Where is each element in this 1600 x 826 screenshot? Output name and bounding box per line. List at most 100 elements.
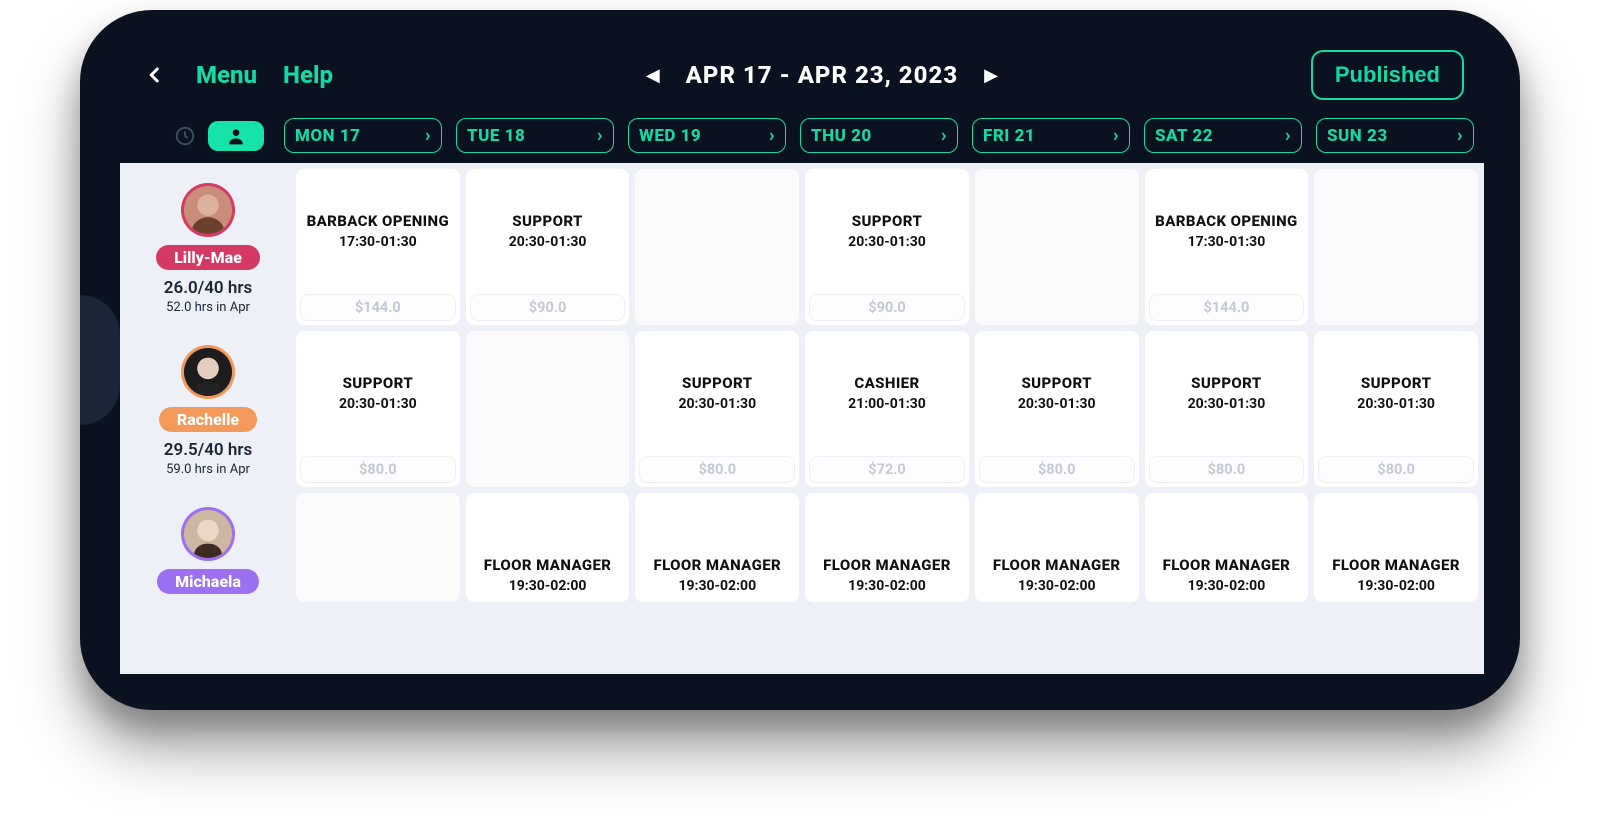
shift-time: 20:30-01:30 [1018,396,1096,412]
shift-cell[interactable]: SUPPORT20:30-01:30$90.0 [805,169,969,325]
chevron-right-icon: › [425,125,431,146]
shift-time: 19:30-02:00 [1188,578,1266,594]
day-label: WED 19 [639,126,701,146]
shift-cell[interactable]: BARBACK OPENING17:30-01:30$144.0 [296,169,460,325]
shift-cell[interactable]: FLOOR MANAGER 19:30-02:00 [975,493,1139,602]
shift-role: BARBACK OPENING [1155,213,1298,230]
day-label: FRI 21 [983,126,1035,146]
shift-cost: $80.0 [979,456,1135,483]
shift-role: SUPPORT [852,213,923,230]
clock-icon[interactable] [174,125,196,147]
avatar[interactable] [181,507,235,561]
shift-time: 20:30-01:30 [678,396,756,412]
shift-role: SUPPORT [512,213,583,230]
employee-name-pill[interactable]: Lilly-Mae [156,245,260,270]
employee-cell: Lilly-Mae 26.0/40 hrs 52.0 hrs in Apr [126,169,290,325]
shift-cell-empty[interactable] [1314,169,1478,325]
published-button[interactable]: Published [1311,50,1464,100]
employee-name: Michaela [175,572,241,591]
shift-time: 20:30-01:30 [509,234,587,250]
avatar[interactable] [181,345,235,399]
chevron-right-icon: › [1113,125,1119,146]
avatar[interactable] [181,183,235,237]
shift-cell[interactable]: SUPPORT20:30-01:30$90.0 [466,169,630,325]
shift-cell-empty[interactable] [975,169,1139,325]
person-view-toggle[interactable] [208,121,264,151]
day-tab-tue[interactable]: TUE 18› [456,118,614,153]
shift-cost: $80.0 [300,456,456,483]
shift-cell-empty[interactable] [635,169,799,325]
shift-cell[interactable]: FLOOR MANAGER 19:30-02:00 [805,493,969,602]
employee-name: Rachelle [177,410,239,429]
prev-week-button[interactable]: ◀ [640,59,666,92]
shift-role: FLOOR MANAGER [653,557,781,574]
day-tab-fri[interactable]: FRI 21 › [972,118,1130,153]
day-label: SUN 23 [1327,126,1388,146]
back-button[interactable] [140,60,170,90]
shift-role: FLOOR MANAGER [993,557,1121,574]
shift-role: SUPPORT [343,375,414,392]
day-tab-thu[interactable]: THU 20› [800,118,958,153]
employee-cell: Michaela [126,493,290,602]
shift-time: 19:30-02:00 [848,578,926,594]
chevron-right-icon: › [1457,125,1463,146]
shift-cost: $80.0 [1149,456,1305,483]
shift-time: 19:30-02:00 [509,578,587,594]
shift-cell[interactable]: SUPPORT20:30-01:30$80.0 [1314,331,1478,487]
employee-month-hours: 52.0 hrs in Apr [166,300,250,315]
shift-time: 19:30-02:00 [1357,578,1435,594]
shift-role: SUPPORT [1361,375,1432,392]
shift-cost: $144.0 [1149,294,1305,321]
shift-cell[interactable]: FLOOR MANAGER 19:30-02:00 [635,493,799,602]
shift-cell[interactable]: FLOOR MANAGER19:30-02:00 [1145,493,1309,602]
shift-cell[interactable]: SUPPORT20:30-01:30$80.0 [635,331,799,487]
shift-cell[interactable]: SUPPORT20:30-01:30$80.0 [1145,331,1309,487]
employee-name-pill[interactable]: Michaela [157,569,259,594]
shift-cell[interactable]: SUPPORT 20:30-01:30 $80.0 [975,331,1139,487]
day-tab-sun[interactable]: SUN 23 › [1316,118,1474,153]
shift-time: 19:30-02:00 [1018,578,1096,594]
top-bar: Menu Help ◀ APR 17 - APR 23, 2023 ▶ Publ… [120,40,1484,118]
day-tab-sat[interactable]: SAT 22› [1144,118,1302,153]
schedule-grid: Lilly-Mae 26.0/40 hrs 52.0 hrs in Apr BA… [120,163,1484,674]
day-tab-mon[interactable]: MON 17 › [284,118,442,153]
day-header-row: MON 17› TUE 18› WED 19› THU 20› FRI 21› … [120,118,1484,163]
shift-cost: $72.0 [809,456,965,483]
shift-role: CASHIER [854,375,919,392]
day-tab-wed[interactable]: WED 19› [628,118,786,153]
shift-cell-empty[interactable] [466,331,630,487]
shift-role: SUPPORT [1021,375,1092,392]
shift-time: 17:30-01:30 [1188,234,1266,250]
date-range: APR 17 - APR 23, 2023 [686,61,959,89]
menu-link[interactable]: Menu [196,61,257,89]
shift-cell[interactable]: FLOOR MANAGER 19:30-02:00 [466,493,630,602]
next-week-button[interactable]: ▶ [978,59,1004,92]
shift-cell-empty[interactable] [296,493,460,602]
schedule-row: Michaela FLOOR MANAGER 19:30-02:00 FLOOR … [126,493,1478,602]
shift-role: FLOOR MANAGER [1332,557,1460,574]
day-label: MON 17 [295,126,360,146]
shift-role: BARBACK OPENING [307,213,450,230]
shift-role: SUPPORT [682,375,753,392]
shift-role: FLOOR MANAGER [484,557,612,574]
shift-time: 20:30-01:30 [339,396,417,412]
shift-time: 19:30-02:00 [678,578,756,594]
shift-cell[interactable]: FLOOR MANAGER 19:30-02:00 [1314,493,1478,602]
day-label: SAT 22 [1155,126,1213,146]
shift-role: FLOOR MANAGER [823,557,951,574]
employee-name: Lilly-Mae [174,248,242,267]
shift-cost: $90.0 [809,294,965,321]
shift-cell[interactable]: BARBACK OPENING 17:30-01:30 $144.0 [1145,169,1309,325]
chevron-right-icon: › [597,125,603,146]
employee-cell: Rachelle 29.5/40 hrs 59.0 hrs in Apr [126,331,290,487]
shift-cell[interactable]: CASHIER21:00-01:30$72.0 [805,331,969,487]
day-label: THU 20 [811,126,872,146]
shift-time: 20:30-01:30 [1357,396,1435,412]
shift-cell[interactable]: SUPPORT 20:30-01:30 $80.0 [296,331,460,487]
schedule-row: Lilly-Mae 26.0/40 hrs 52.0 hrs in Apr BA… [126,169,1478,325]
device-frame: Menu Help ◀ APR 17 - APR 23, 2023 ▶ Publ… [80,10,1520,710]
shift-cost: $144.0 [300,294,456,321]
employee-month-hours: 59.0 hrs in Apr [166,462,250,477]
help-link[interactable]: Help [283,61,333,89]
employee-name-pill[interactable]: Rachelle [159,407,257,432]
